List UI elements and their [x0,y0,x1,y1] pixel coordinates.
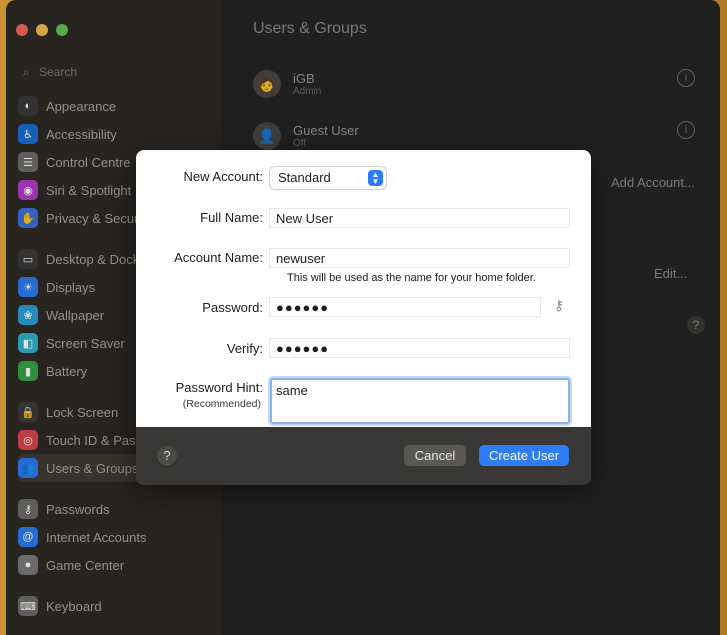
account-name-field[interactable]: newuser [269,248,570,268]
new-account-sheet: New Account: Standard ▲ ▼ Full Name: New … [136,150,591,485]
new-account-label: New Account: [183,169,264,184]
password-hint-field[interactable]: same [270,378,570,424]
new-account-form: New Account: Standard ▲ ▼ Full Name: New … [136,150,591,427]
account-type-value: Standard [278,170,331,185]
password-hint-label: Password Hint: [175,380,263,395]
chevron-up-down-icon: ▲ ▼ [368,170,383,186]
password-hint-sublabel: (Recommended) [182,398,261,410]
account-name-note: This will be used as the name for your h… [287,272,536,284]
help-button[interactable]: ? [157,446,177,466]
full-name-label: Full Name: [200,210,263,225]
password-label: Password: [202,300,263,315]
create-user-button[interactable]: Create User [479,445,569,466]
account-name-label: Account Name: [174,250,263,265]
key-icon[interactable]: ⚷ [551,297,567,315]
verify-label: Verify: [226,341,263,356]
account-type-select[interactable]: Standard ▲ ▼ [270,167,386,189]
full-name-field[interactable]: New User [269,208,570,228]
verify-field[interactable]: ●●●●●● [269,338,570,358]
password-field[interactable]: ●●●●●● [269,297,541,317]
cancel-button[interactable]: Cancel [404,445,466,466]
